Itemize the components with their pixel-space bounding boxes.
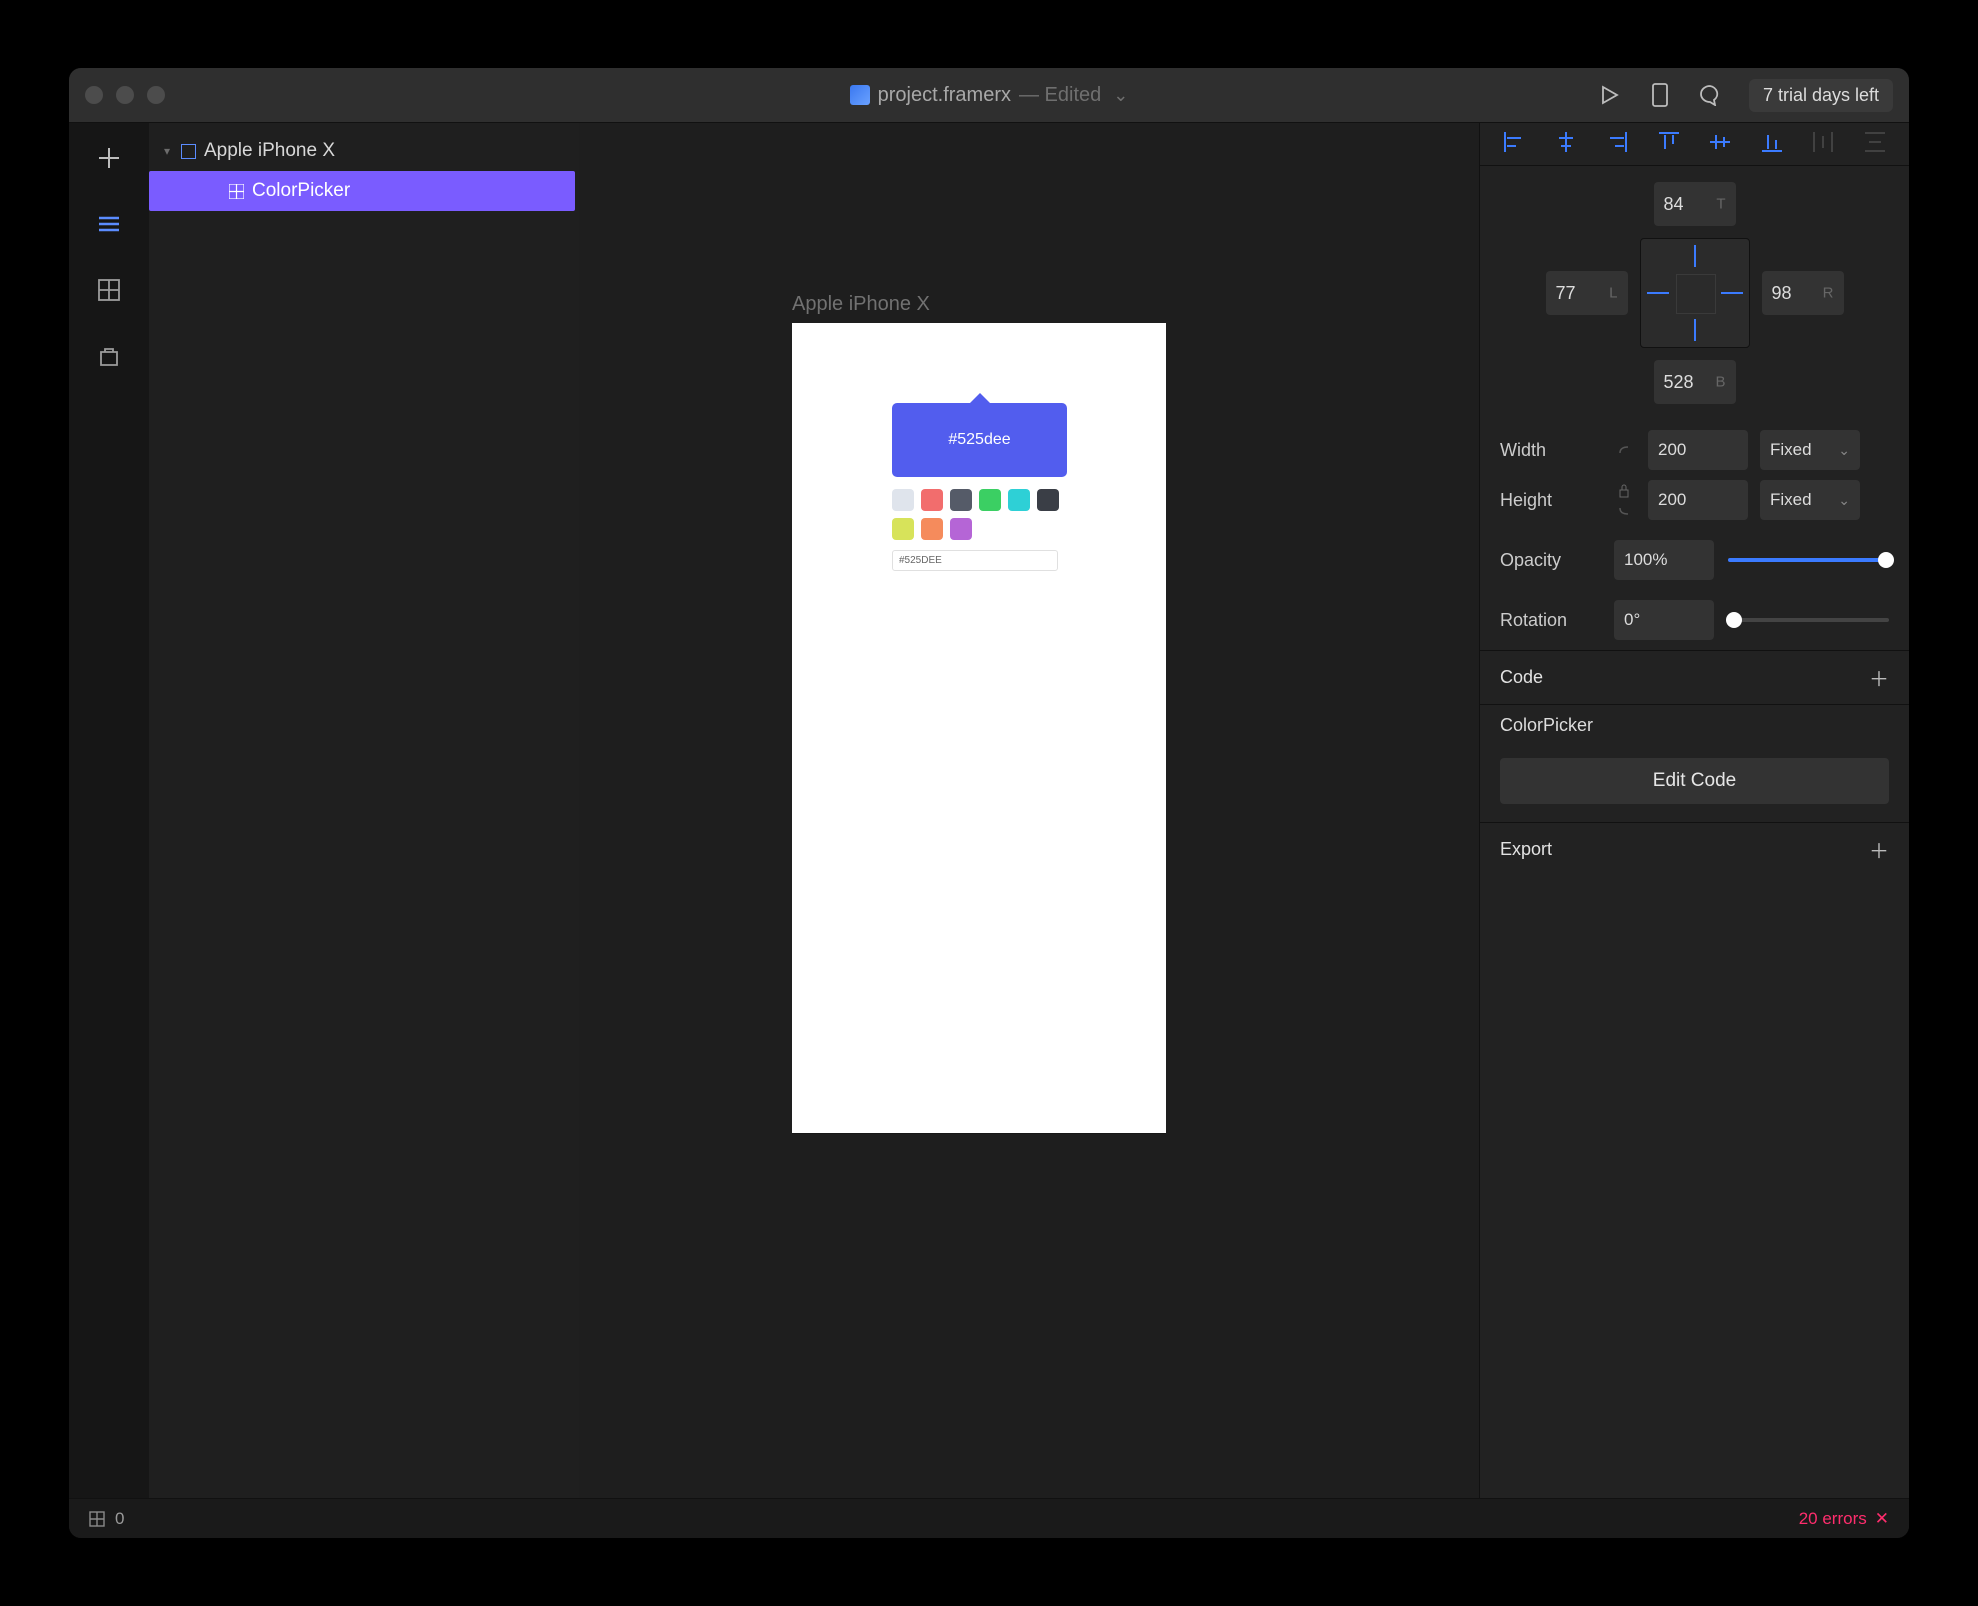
layer-row-colorpicker[interactable]: ColorPicker xyxy=(149,171,575,211)
swatch[interactable] xyxy=(979,489,1001,511)
swatch[interactable] xyxy=(950,518,972,540)
plus-icon[interactable]: ＋ xyxy=(1869,835,1889,864)
lock-icon[interactable] xyxy=(1612,484,1636,516)
frame-icon xyxy=(181,144,196,159)
opacity-slider[interactable] xyxy=(1728,558,1889,562)
code-section-title: Code xyxy=(1500,667,1543,688)
errors-indicator[interactable]: 20 errors ✕ xyxy=(1799,1509,1889,1529)
width-mode-select[interactable]: Fixed xyxy=(1760,430,1860,470)
alignment-row xyxy=(1480,123,1909,166)
swatch[interactable] xyxy=(950,489,972,511)
opacity-row: Opacity xyxy=(1480,530,1909,590)
layer-label: Apple iPhone X xyxy=(204,140,335,162)
swatch[interactable] xyxy=(1037,489,1059,511)
file-icon xyxy=(850,85,870,105)
swatch[interactable] xyxy=(921,489,943,511)
disclosure-triangle-icon[interactable]: ▾ xyxy=(161,144,173,158)
width-label: Width xyxy=(1500,440,1600,461)
rotation-label: Rotation xyxy=(1500,610,1600,631)
swatch[interactable] xyxy=(1008,489,1030,511)
titlebar: project.framerx — Edited 7 trial days le… xyxy=(69,68,1909,123)
align-top-icon[interactable] xyxy=(1655,131,1683,153)
align-right-icon[interactable] xyxy=(1603,131,1631,153)
rotation-slider[interactable] xyxy=(1728,618,1889,622)
layer-panel: ▾ Apple iPhone X ColorPicker xyxy=(149,123,579,1498)
swatch[interactable] xyxy=(892,518,914,540)
code-section-header[interactable]: Code ＋ xyxy=(1480,650,1909,704)
width-row: Width Fixed xyxy=(1480,420,1909,480)
distribute-v-icon[interactable] xyxy=(1861,131,1889,153)
align-bottom-icon[interactable] xyxy=(1758,131,1786,153)
close-icon[interactable]: ✕ xyxy=(1875,1509,1889,1529)
grid-icon[interactable] xyxy=(89,1511,105,1527)
opacity-input[interactable] xyxy=(1614,540,1714,580)
insert-icon[interactable] xyxy=(96,145,122,171)
layers-icon[interactable] xyxy=(96,211,122,237)
rotation-row: Rotation xyxy=(1480,590,1909,650)
align-center-h-icon[interactable] xyxy=(1552,131,1580,153)
components-icon[interactable] xyxy=(96,277,122,303)
inspector-panel: L T B R Width xyxy=(1479,123,1909,1498)
component-icon xyxy=(229,184,244,199)
plus-icon[interactable]: ＋ xyxy=(1869,663,1889,692)
tool-sidebar xyxy=(69,123,149,1498)
swatch[interactable] xyxy=(921,518,943,540)
chevron-down-icon[interactable] xyxy=(1109,84,1128,107)
statusbar: 0 20 errors ✕ xyxy=(69,1498,1909,1538)
canvas[interactable]: Apple iPhone X #525dee xyxy=(579,123,1479,1498)
color-hex-display: #525dee xyxy=(948,431,1010,448)
height-label: Height xyxy=(1500,490,1600,511)
opacity-label: Opacity xyxy=(1500,550,1600,571)
color-preview: #525dee xyxy=(892,403,1067,477)
align-left-icon[interactable] xyxy=(1500,131,1528,153)
width-input[interactable] xyxy=(1648,430,1748,470)
device-frame[interactable]: #525dee xyxy=(792,323,1166,1133)
height-input[interactable] xyxy=(1648,480,1748,520)
code-component-name: ColorPicker xyxy=(1480,704,1909,746)
distribute-h-icon[interactable] xyxy=(1809,131,1837,153)
swatch-grid xyxy=(892,489,1067,540)
colorpicker-component[interactable]: #525dee xyxy=(892,403,1067,571)
edited-label: — Edited xyxy=(1019,84,1101,107)
export-section-header[interactable]: Export ＋ xyxy=(1480,822,1909,876)
align-center-v-icon[interactable] xyxy=(1706,131,1734,153)
errors-label: 20 errors xyxy=(1799,1509,1867,1529)
swatch[interactable] xyxy=(892,489,914,511)
rotation-input[interactable] xyxy=(1614,600,1714,640)
layer-row-root[interactable]: ▾ Apple iPhone X xyxy=(149,131,579,171)
store-icon[interactable] xyxy=(96,343,122,369)
zoom-value[interactable]: 0 xyxy=(115,1509,124,1529)
export-section-title: Export xyxy=(1500,839,1552,860)
constraints-editor: L T B R xyxy=(1480,166,1909,420)
link-icon[interactable] xyxy=(1612,445,1636,455)
filename: project.framerx xyxy=(878,84,1011,107)
layer-label: ColorPicker xyxy=(252,180,350,202)
app-window: project.framerx — Edited 7 trial days le… xyxy=(69,68,1909,1538)
height-row: Height Fixed xyxy=(1480,480,1909,530)
edit-code-button[interactable]: Edit Code xyxy=(1500,758,1889,804)
constraint-box[interactable] xyxy=(1640,238,1750,348)
window-title[interactable]: project.framerx — Edited xyxy=(69,84,1909,107)
height-mode-select[interactable]: Fixed xyxy=(1760,480,1860,520)
device-label: Apple iPhone X xyxy=(792,293,930,316)
color-hex-input[interactable] xyxy=(892,550,1058,571)
